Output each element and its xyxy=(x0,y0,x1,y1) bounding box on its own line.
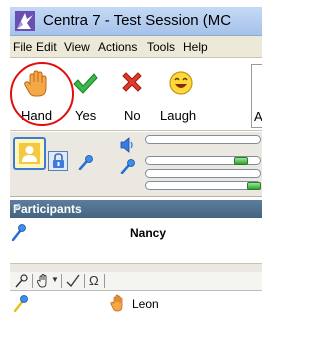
laugh-icon xyxy=(169,71,193,95)
collapse-arrow-icon[interactable]: ↗ xyxy=(13,202,258,213)
microphone-volume-icon xyxy=(120,159,135,174)
mic-icon xyxy=(78,155,93,170)
name-column-icon[interactable]: Ω xyxy=(89,273,99,288)
title-bar: Centra 7 - Test Session (MC xyxy=(10,7,262,36)
menu-actions[interactable]: Actions xyxy=(98,40,137,54)
speaker-volume-track xyxy=(145,135,261,144)
hand-column-icon[interactable] xyxy=(37,274,49,288)
no-label: No xyxy=(124,108,141,123)
user-video-icon xyxy=(19,143,40,164)
toolbar-overflow-label: A xyxy=(254,109,262,124)
mic-volume-slider[interactable] xyxy=(145,181,261,190)
audio-video-panel xyxy=(10,132,262,197)
speaker-icon xyxy=(120,137,133,153)
check-column-icon[interactable] xyxy=(66,274,80,288)
lock-button[interactable] xyxy=(48,151,68,171)
hand-column-dropdown-icon[interactable]: ▼ xyxy=(51,275,59,284)
speaker-volume-slider[interactable] xyxy=(145,156,261,165)
participant-row[interactable]: Leon xyxy=(10,292,262,314)
mic-volume-track xyxy=(145,169,261,178)
menu-bar: File Edit View Actions Tools Help xyxy=(10,36,262,58)
participant-list-header: ▼ Ω xyxy=(10,272,262,291)
laugh-label: Laugh xyxy=(160,108,197,123)
window-title: Centra 7 - Test Session (MC xyxy=(43,12,232,29)
presenter-name: Nancy xyxy=(130,226,167,240)
presenter-mic-icon xyxy=(12,224,26,241)
participant-list-body xyxy=(10,314,262,341)
video-button[interactable] xyxy=(13,137,46,170)
lock-icon xyxy=(53,153,64,168)
participant-name: Leon xyxy=(132,297,159,311)
mic-volume-thumb[interactable] xyxy=(247,182,261,190)
presenter-panel: Nancy xyxy=(10,219,262,263)
participant-mic-icon xyxy=(14,295,28,312)
yes-label: Yes xyxy=(75,108,97,123)
toolbar-overflow-panel[interactable]: A xyxy=(251,64,262,128)
menu-file[interactable]: File xyxy=(13,40,32,54)
speaker-volume-thumb[interactable] xyxy=(234,157,248,165)
menu-view[interactable]: View xyxy=(64,40,90,54)
checkmark-icon xyxy=(73,73,98,94)
menu-tools[interactable]: Tools xyxy=(147,40,175,54)
laugh-button[interactable]: Laugh xyxy=(154,58,210,130)
hand-highlight-circle xyxy=(10,62,74,126)
centra-logo-icon xyxy=(15,11,35,31)
menu-edit[interactable]: Edit xyxy=(36,40,57,54)
menu-help[interactable]: Help xyxy=(183,40,208,54)
mic-column-icon[interactable] xyxy=(15,274,28,288)
participants-header: Participants ↗ xyxy=(10,200,262,218)
x-icon xyxy=(122,72,142,92)
raised-hand-icon xyxy=(110,294,123,312)
no-button[interactable]: No xyxy=(108,58,154,130)
centra-window: Centra 7 - Test Session (MC File Edit Vi… xyxy=(10,7,262,341)
